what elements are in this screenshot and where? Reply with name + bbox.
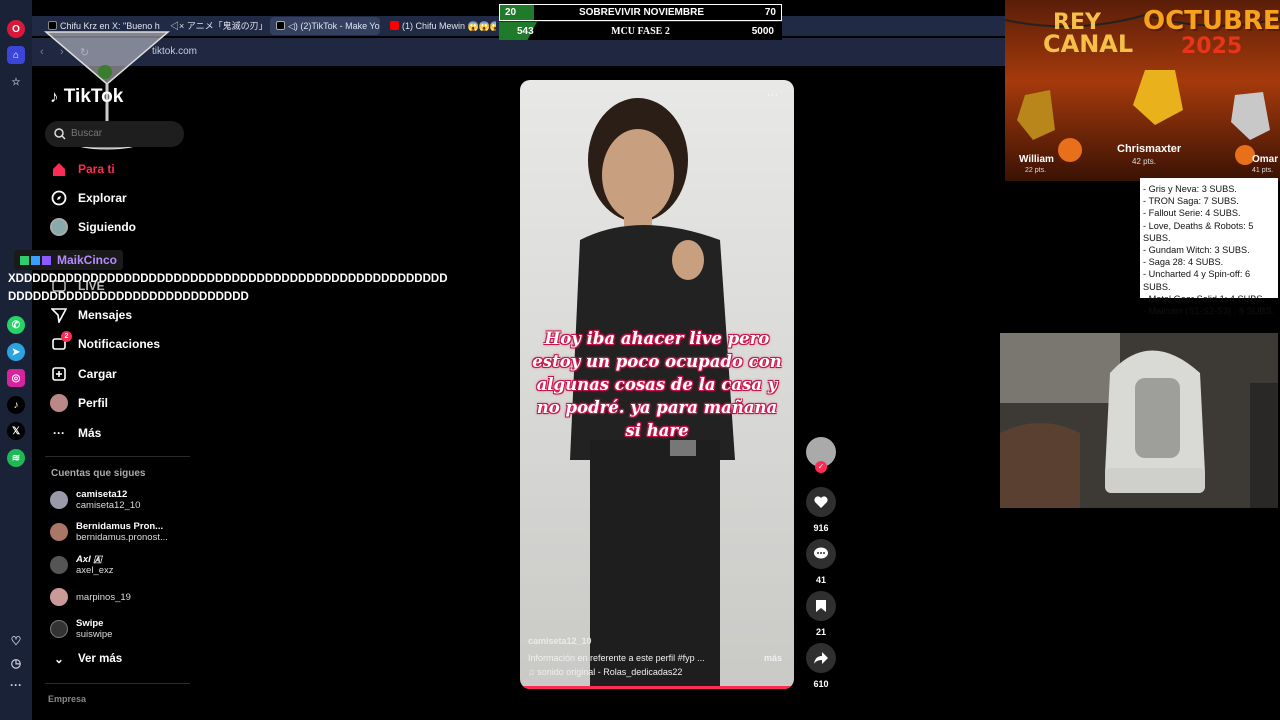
nav-cargar[interactable]: Cargar <box>50 363 117 385</box>
x-icon[interactable]: 𝕏 <box>7 422 25 440</box>
nav-para-ti[interactable]: Para ti <box>50 158 115 180</box>
instagram-icon[interactable]: ◎ <box>7 369 25 387</box>
badge-icon <box>31 255 40 265</box>
search-icon <box>54 128 66 140</box>
tiktok-icon[interactable]: ♪ <box>7 396 25 414</box>
telegram-icon[interactable]: ➤ <box>7 343 25 361</box>
divider <box>45 683 190 684</box>
counter-sobrevivir: 20 SOBREVIVIR NOVIEMBRE 70 <box>499 4 782 21</box>
sound-link[interactable]: ♫ sonido original - Rolas_dedicadas22 <box>528 667 682 677</box>
heart-icon[interactable]: ♡ <box>7 632 25 650</box>
follow-check-icon[interactable]: ✓ <box>815 461 827 473</box>
spotify-icon[interactable]: ≋ <box>7 449 25 467</box>
profile-avatar-icon <box>50 394 68 412</box>
youtube-icon <box>390 21 399 30</box>
more-icon: ··· <box>53 426 65 440</box>
like-count: 916 <box>813 523 829 533</box>
following-item[interactable]: Bernidamus Pron... bernidamus.pronost... <box>50 521 168 543</box>
video-author[interactable]: camiseta12_10 <box>528 636 592 646</box>
divider <box>45 456 190 457</box>
compass-icon <box>50 189 68 207</box>
nav-mas[interactable]: ··· Más <box>50 422 101 444</box>
rey-canal-banner: REY CANAL OCTUBRE 2025 Chrismaxter 42 pt… <box>1005 0 1280 181</box>
following-item[interactable]: camiseta12 camiseta12_10 <box>50 489 140 511</box>
tiktok-icon <box>276 21 285 30</box>
comment-icon <box>806 539 836 569</box>
nav-perfil[interactable]: Perfil <box>50 392 108 414</box>
tab-youtube[interactable]: (1) Chifu Mewin 😱😱😱 ▲ <box>384 17 496 35</box>
footer-company-link[interactable]: Empresa <box>48 694 86 704</box>
tiktok-logo[interactable]: ♪ TikTok <box>50 86 123 108</box>
following-item[interactable]: marpinos_19 <box>50 588 131 606</box>
bookmark-icon[interactable]: ☆ <box>7 73 25 91</box>
video-description: Información en referente a este perfil #… <box>528 653 705 663</box>
chat-message: XDDDDDDDDDDDDDDDDDDDDDDDDDDDDDDDDDDDDDDD… <box>8 273 448 303</box>
following-item[interactable]: Swipe suiswipe <box>50 618 112 640</box>
chevron-down-icon: ⌄ <box>54 654 64 666</box>
tab-anime[interactable]: ◁× アニメ「鬼滅の刃」公式 ( <box>164 17 268 35</box>
avatar <box>50 491 68 509</box>
share-icon <box>806 643 836 673</box>
search-input[interactable]: Buscar <box>45 121 184 147</box>
save-button[interactable]: 21 <box>806 591 836 637</box>
heart-icon <box>806 487 836 517</box>
subs-goal-list: - Gris y Neva: 3 SUBS. - TRON Saga: 7 SU… <box>1140 178 1278 316</box>
avatar <box>50 556 68 574</box>
nav-mensajes[interactable]: Mensajes <box>50 304 132 326</box>
tiktok-note-icon: ♪ <box>50 87 59 106</box>
webcam-gaming-chair <box>1000 333 1278 508</box>
counter-mcu: 543 MCU FASE 2 5000 <box>499 22 782 40</box>
avatar <box>50 620 68 638</box>
like-button[interactable]: 916 <box>806 487 836 533</box>
home-icon <box>50 160 68 178</box>
nav-notificaciones[interactable]: 2 Notificaciones <box>50 331 160 355</box>
share-button[interactable]: 610 <box>806 643 836 689</box>
plus-square-icon <box>50 365 68 383</box>
browser-sidebar: O ⌂ ☆ ✆ ➤ ◎ ♪ 𝕏 ≋ ♡ ◷ ··· <box>0 0 32 720</box>
address-bar[interactable]: ‹ › ↻ tiktok.com <box>32 38 1005 66</box>
notification-badge: 2 <box>61 331 72 342</box>
following-avatar-icon <box>50 218 68 236</box>
save-count: 21 <box>815 627 826 637</box>
screen: O ⌂ ☆ ✆ ➤ ◎ ♪ 𝕏 ≋ ♡ ◷ ··· Chifu Krz en X… <box>0 0 1280 720</box>
whatsapp-icon[interactable]: ✆ <box>7 316 25 334</box>
more-icon[interactable]: ··· <box>7 676 25 694</box>
chat-username: MaikCinco <box>14 250 124 270</box>
creator-avatar-button[interactable]: ✓ <box>806 437 836 473</box>
avatar <box>50 588 68 606</box>
following-section-title: Cuentas que sigues <box>51 468 146 479</box>
bookmark-icon <box>806 591 836 621</box>
tab-tiktok[interactable]: ◁) (2)TikTok - Make Your <box>270 17 380 35</box>
webcam-feed <box>1000 333 1278 508</box>
avatar <box>50 523 68 541</box>
svg-text:···: ··· <box>767 89 778 101</box>
inbox-icon: 2 <box>50 331 72 353</box>
comment-button[interactable]: 41 <box>806 539 836 585</box>
opera-logo-icon[interactable]: O <box>7 20 25 38</box>
send-icon <box>50 306 68 324</box>
following-item[interactable]: Axl 🇦 axel_exz <box>50 554 114 576</box>
more-link[interactable]: más <box>764 653 782 663</box>
comment-count: 41 <box>815 575 826 585</box>
share-count: 610 <box>813 679 829 689</box>
badge-icon <box>42 255 51 265</box>
home-icon[interactable]: ⌂ <box>7 46 25 64</box>
history-icon[interactable]: ◷ <box>7 654 25 672</box>
see-more-button[interactable]: ⌄ Ver más <box>50 648 122 670</box>
nav-explorar[interactable]: Explorar <box>50 187 127 209</box>
video-progress-bar[interactable] <box>520 686 794 689</box>
nav-siguiendo[interactable]: Siguiendo <box>50 216 136 238</box>
badge-icon <box>20 255 29 265</box>
video-caption: Hoy iba ahacer live pero estoy un poco o… <box>532 329 782 440</box>
video-player[interactable]: ··· Hoy iba ahacer live pero estoy un po… <box>520 80 794 689</box>
